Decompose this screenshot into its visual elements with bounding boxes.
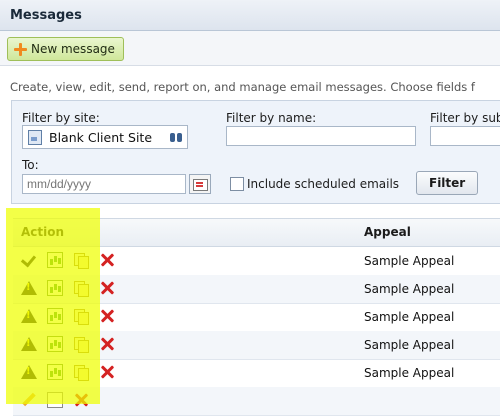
report-chart-icon[interactable] — [47, 308, 63, 324]
copy-icon[interactable] — [73, 252, 89, 269]
copy-icon[interactable] — [73, 280, 89, 297]
delete-icon[interactable] — [99, 280, 115, 296]
include-scheduled-label: Include scheduled emails — [247, 177, 400, 191]
report-chart-icon[interactable] — [47, 280, 63, 296]
site-filter-label: Filter by site: — [22, 111, 100, 125]
site-filter-value: Blank Client Site — [49, 129, 153, 145]
check-icon — [21, 252, 37, 268]
pencil-icon[interactable] — [21, 392, 37, 408]
column-header-action[interactable]: Action — [21, 225, 64, 239]
delete-icon[interactable] — [99, 364, 115, 380]
warning-icon — [21, 364, 37, 380]
appeal-cell: Sample Appeal — [364, 254, 455, 268]
plus-icon — [14, 42, 27, 56]
page-title: Messages — [10, 8, 82, 23]
toolbar: New message — [0, 31, 500, 66]
filter-button[interactable]: Filter — [416, 171, 479, 195]
grid-header: Action Appeal — [13, 219, 500, 247]
page-icon[interactable] — [47, 392, 63, 408]
table-row — [13, 387, 500, 416]
messages-grid: Action Appeal Sample Appeal Sample Appea… — [13, 218, 500, 416]
table-row: Sample Appeal — [13, 275, 500, 304]
title-bar: Messages — [0, 0, 500, 31]
appeal-cell: Sample Appeal — [364, 310, 455, 324]
appeal-cell: Sample Appeal — [364, 282, 455, 296]
page-description: Create, view, edit, send, report on, and… — [10, 80, 475, 94]
include-scheduled-checkbox[interactable] — [230, 177, 244, 191]
warning-icon — [21, 336, 37, 352]
to-date-input[interactable] — [22, 174, 186, 194]
site-filter-field[interactable]: Blank Client Site — [22, 125, 188, 149]
new-message-button[interactable]: New message — [7, 37, 124, 61]
to-date-label: To: — [22, 158, 39, 172]
copy-icon[interactable] — [73, 364, 89, 381]
table-row: Sample Appeal — [13, 303, 500, 332]
delete-icon[interactable] — [99, 252, 115, 268]
warning-icon — [21, 280, 37, 296]
appeal-cell: Sample Appeal — [364, 366, 455, 380]
report-chart-icon[interactable] — [47, 364, 63, 380]
site-icon — [28, 129, 42, 145]
calendar-icon[interactable] — [189, 174, 211, 194]
warning-icon — [21, 308, 37, 324]
delete-icon[interactable] — [73, 392, 89, 408]
name-filter-input[interactable] — [226, 126, 416, 146]
binoculars-search-icon[interactable] — [169, 129, 183, 143]
copy-icon[interactable] — [73, 308, 89, 325]
report-chart-icon[interactable] — [47, 336, 63, 352]
report-chart-icon[interactable] — [47, 252, 63, 268]
delete-icon[interactable] — [99, 308, 115, 324]
copy-icon[interactable] — [73, 336, 89, 353]
name-filter-label: Filter by name: — [226, 111, 317, 125]
table-row: Sample Appeal — [13, 331, 500, 360]
filter-panel: Filter by site: Blank Client Site Filter… — [11, 100, 500, 204]
table-row: Sample Appeal — [13, 247, 500, 276]
table-row: Sample Appeal — [13, 359, 500, 388]
new-message-label: New message — [31, 42, 115, 56]
subject-filter-label: Filter by sub — [430, 111, 500, 125]
subject-filter-input[interactable] — [430, 126, 500, 146]
delete-icon[interactable] — [99, 336, 115, 352]
appeal-cell: Sample Appeal — [364, 338, 455, 352]
column-header-appeal[interactable]: Appeal — [364, 225, 411, 239]
